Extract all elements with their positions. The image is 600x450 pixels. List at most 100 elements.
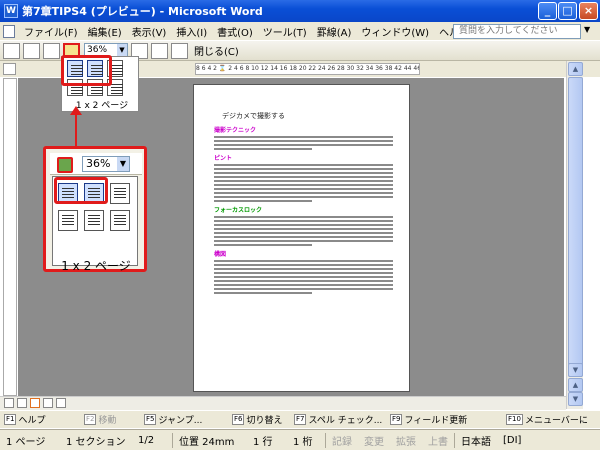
menu-file[interactable]: ファイル(F) [19, 24, 83, 39]
status-trk[interactable]: 変更 [358, 433, 390, 448]
text-line [214, 284, 393, 286]
status-position: 位置 24mm [179, 436, 235, 448]
horizontal-ruler[interactable]: 8 6 4 2 ⌛ 2 4 6 8 10 12 14 16 18 20 22 2… [195, 63, 420, 75]
text-line [214, 228, 393, 230]
big-pages-label: 1 x 2 ページ [61, 259, 131, 273]
fn-key-action: メニューバーに [524, 416, 588, 426]
fn-key-f6[interactable]: F6 切り替え [228, 413, 290, 426]
fn-key-action: フィールド更新 [404, 416, 468, 426]
fn-key-f7[interactable]: F7 スペル チェック... [290, 413, 386, 426]
status-section: 1 セクション [66, 436, 126, 448]
page-thumb-4[interactable] [58, 210, 78, 231]
text-line [214, 168, 393, 170]
status-page: 1 ページ [6, 436, 46, 448]
text-line [214, 140, 393, 142]
scroll-down-icon[interactable]: ▼ [568, 363, 583, 377]
scroll-thumb[interactable] [568, 77, 583, 377]
minimize-button[interactable]: _ [538, 2, 557, 20]
zoom-value: 36% [87, 45, 108, 55]
menu-format[interactable]: 書式(O) [212, 24, 258, 39]
menu-insert[interactable]: 挿入(I) [171, 24, 212, 39]
help-dropdown-icon[interactable]: ▼ [584, 25, 590, 34]
print-view-icon[interactable] [30, 398, 40, 408]
scroll-up-icon[interactable]: ▲ [568, 62, 583, 76]
horizontal-scrollbar[interactable] [0, 396, 566, 410]
outline-view-icon[interactable] [43, 398, 53, 408]
reading-view-icon[interactable] [56, 398, 66, 408]
menu-tools[interactable]: ツール(T) [258, 24, 312, 39]
status-ovr[interactable]: 上書 [422, 433, 454, 448]
fn-key-action: 移動 [98, 416, 117, 426]
preview-page[interactable]: デジカメで撮影する 撮影テクニック ピント フォーカスロック 構図 [193, 84, 410, 392]
fn-key-f2[interactable]: F2 移動 [80, 413, 140, 426]
text-line [214, 236, 393, 238]
menu-table[interactable]: 罫線(A) [312, 24, 357, 39]
status-bar: 1 ページ 1 セクション 1/2 位置 24mm 1 行 1 桁 記録 変更 … [0, 429, 600, 450]
zoomed-zoom-select[interactable]: 36% ▼ [82, 155, 130, 172]
menu-view[interactable]: 表示(V) [127, 24, 172, 39]
text-line [214, 224, 393, 226]
small-highlight-box [61, 55, 112, 86]
maximize-button[interactable]: □ [558, 2, 577, 20]
multiple-pages-icon[interactable] [57, 157, 73, 173]
text-line [214, 268, 393, 270]
menu-window[interactable]: ウィンドウ(W) [356, 24, 434, 39]
fn-key-label: F2 [84, 414, 97, 425]
vertical-scrollbar[interactable]: ▲ ▼ ▲ ▼ [566, 61, 583, 409]
document-icon[interactable] [3, 24, 15, 38]
text-line [214, 192, 393, 194]
web-view-icon[interactable] [17, 398, 27, 408]
print-icon[interactable] [3, 42, 20, 59]
previous-page-icon[interactable]: ▲ [568, 378, 583, 392]
status-ext[interactable]: 拡張 [390, 433, 422, 448]
page-thumb-3[interactable] [110, 183, 130, 204]
page-thumb-5[interactable] [84, 210, 104, 231]
text-line [214, 144, 393, 146]
word-app-icon[interactable]: W [4, 4, 18, 18]
fn-key-label: F7 [294, 414, 307, 425]
window-title: 第7章TIPS4 (プレビュー) - Microsoft Word [22, 5, 263, 18]
next-page-icon[interactable]: ▼ [568, 392, 583, 406]
title-bar: W 第7章TIPS4 (プレビュー) - Microsoft Word _ □ … [0, 0, 600, 22]
text-line [214, 172, 393, 174]
text-line [214, 240, 393, 242]
fn-key-label: F9 [390, 414, 403, 425]
status-mode-icon: [DI] [503, 434, 522, 446]
page-thumb-6[interactable] [110, 210, 130, 231]
tab-selector[interactable] [3, 63, 16, 75]
status-page-count: 1/2 [138, 434, 155, 446]
fn-key-f9[interactable]: F9 フィールド更新 [386, 413, 502, 426]
text-line [214, 148, 313, 150]
fn-key-f10[interactable]: F10 メニューバーに [502, 413, 588, 426]
text-line [214, 216, 393, 218]
text-line [214, 180, 393, 182]
text-line [214, 280, 393, 282]
fn-key-action: ジャンプ... [158, 416, 203, 426]
fn-key-label: F10 [506, 414, 523, 425]
magnifier-icon[interactable] [23, 42, 40, 59]
status-rec[interactable]: 記録 [326, 433, 358, 448]
status-language: 日本語 [461, 436, 491, 448]
one-page-icon[interactable] [43, 42, 60, 59]
page-section-heading: 撮影テクニック [214, 127, 257, 134]
full-screen-icon[interactable] [171, 42, 188, 59]
function-key-bar: F1 ヘルプ F2 移動 F5 ジャンプ... F6 切り替え F7 スペル チェック... F9 フ… [0, 410, 600, 428]
close-preview-button[interactable]: 閉じる(C) [194, 43, 239, 58]
arrow-up-icon [70, 106, 82, 115]
close-button[interactable]: × [579, 2, 598, 20]
page-section-heading: ピント [214, 155, 233, 162]
vertical-ruler[interactable] [3, 78, 17, 396]
fn-key-f5[interactable]: F5 ジャンプ... [140, 413, 228, 426]
text-line [214, 244, 313, 246]
chevron-down-icon[interactable]: ▼ [117, 156, 129, 171]
fn-key-f1[interactable]: F1 ヘルプ [0, 413, 80, 426]
fn-key-label: F6 [232, 414, 245, 425]
menu-bar: ファイル(F) 編集(E) 表示(V) 挿入(I) 書式(O) ツール(T) 罫… [0, 22, 600, 41]
normal-view-icon[interactable] [4, 398, 14, 408]
text-line [214, 276, 393, 278]
text-line [214, 288, 393, 290]
shrink-to-fit-icon[interactable] [151, 42, 168, 59]
help-search-input[interactable]: 質問を入力してください [453, 24, 581, 39]
text-line [214, 136, 393, 138]
menu-edit[interactable]: 編集(E) [83, 24, 127, 39]
